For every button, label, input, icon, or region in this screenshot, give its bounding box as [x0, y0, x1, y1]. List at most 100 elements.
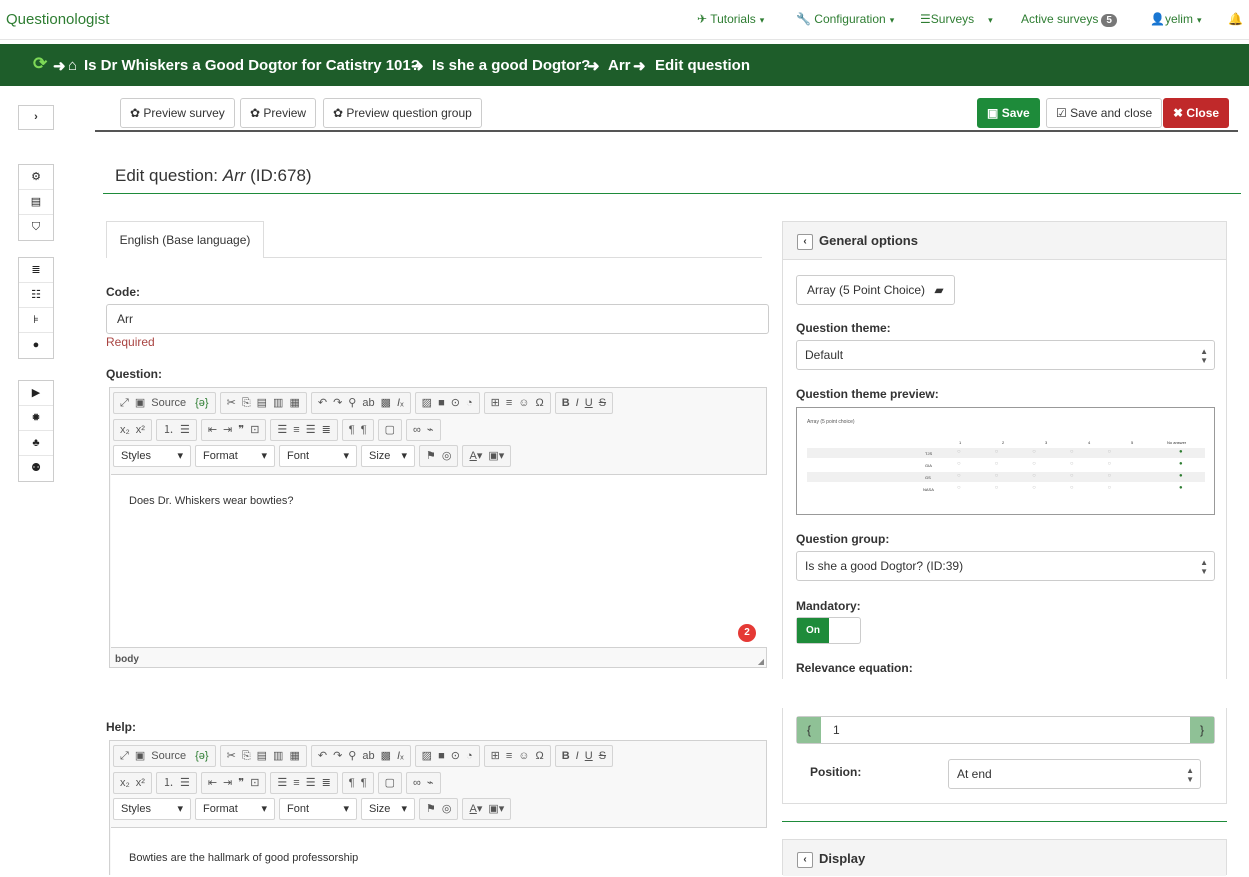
users-icon[interactable]: ⚉ — [19, 456, 53, 481]
globe-icon[interactable]: ◎ — [442, 446, 452, 467]
paste-icon[interactable]: ▤ — [257, 393, 267, 414]
size-dropdown[interactable]: Size ▾ — [361, 445, 415, 467]
blockquote-icon[interactable]: ❞ — [238, 420, 244, 441]
shield-icon[interactable]: ⛉ — [19, 215, 53, 240]
align-center-icon[interactable]: ≡ — [293, 773, 299, 794]
source-button[interactable]: ▣ Source — [135, 393, 189, 414]
notification-badge[interactable]: 2 — [738, 624, 756, 642]
code-input[interactable]: Arr — [106, 304, 769, 334]
preview-survey-button[interactable]: ✿ Preview survey — [120, 98, 235, 128]
sitemap-icon[interactable]: ♣ — [19, 431, 53, 456]
numbered-list-icon[interactable]: ⒈ — [163, 420, 174, 441]
tutorials-menu[interactable]: ✈ Tutorials ▾ — [697, 12, 764, 26]
template-icon[interactable]: ▢ — [385, 773, 395, 794]
outdent-icon[interactable]: ⇤ — [208, 420, 217, 441]
gear-icon[interactable]: ✹ — [19, 406, 53, 431]
italic-icon[interactable]: I — [576, 393, 579, 414]
select-all-icon[interactable]: ▩ — [381, 393, 391, 414]
link-icon[interactable]: ∞ — [413, 773, 421, 794]
align-left-icon[interactable]: ☰ — [277, 420, 287, 441]
align-center-icon[interactable]: ≡ — [293, 420, 299, 441]
styles-dropdown[interactable]: Styles ▾ — [113, 445, 191, 467]
bulleted-list-icon[interactable]: ☰ — [180, 773, 190, 794]
table-icon[interactable]: ⊞ — [491, 746, 500, 767]
resize-handle-icon[interactable]: ◢ — [758, 657, 764, 666]
question-type-button[interactable]: Array (5 Point Choice) ▰ — [796, 275, 955, 305]
div-icon[interactable]: ⊡ — [250, 420, 259, 441]
user-menu[interactable]: 👤yelim ▾ — [1150, 12, 1202, 26]
format-dropdown[interactable]: Format ▾ — [195, 798, 275, 820]
rtl-icon[interactable]: ¶ — [361, 773, 367, 794]
question-text-area[interactable]: Does Dr. Whiskers wear bowties? 2 — [111, 474, 767, 648]
position-select[interactable]: At end ▲ ▼ — [948, 759, 1201, 789]
font-dropdown[interactable]: Font ▾ — [279, 798, 357, 820]
breadcrumb-group[interactable]: Is she a good Dogtor? — [432, 57, 590, 74]
indent-icon[interactable]: ⊧ — [19, 308, 53, 333]
breadcrumb-survey[interactable]: Is Dr Whiskers a Good Dogtor for Catistr… — [84, 57, 420, 74]
flag-icon[interactable]: ⚑ — [426, 799, 436, 820]
underline-icon[interactable]: U — [585, 746, 593, 767]
text-color-icon[interactable]: A▾ — [469, 446, 482, 467]
save-button[interactable]: ▣ Save — [977, 98, 1040, 128]
unlink-icon[interactable]: ⌁ — [427, 420, 434, 441]
save-and-close-button[interactable]: ☑ Save and close — [1046, 98, 1163, 128]
unlink-icon[interactable]: ⌁ — [427, 773, 434, 794]
undo-icon[interactable]: ↶ — [318, 393, 327, 414]
iframe-icon[interactable]: ◔ — [466, 393, 473, 414]
table-icon[interactable]: ⊞ — [491, 393, 500, 414]
horizontal-rule-icon[interactable]: ≡ — [506, 746, 512, 767]
undo-icon[interactable]: ↶ — [318, 746, 327, 767]
underline-icon[interactable]: U — [585, 393, 593, 414]
active-surveys-link[interactable]: Active surveys 5 — [1021, 12, 1117, 27]
iframe-icon[interactable]: ◔ — [466, 746, 473, 767]
select-all-icon[interactable]: ▩ — [381, 746, 391, 767]
expression-icon[interactable]: {ə} — [195, 746, 208, 767]
display-header[interactable]: ‹ Display — [783, 840, 1226, 876]
help-text-area[interactable]: Bowties are the hallmark of good profess… — [111, 827, 767, 876]
size-dropdown[interactable]: Size ▾ — [361, 798, 415, 820]
settings-cogs-icon[interactable]: ⚙ — [19, 165, 53, 190]
copy-icon[interactable]: ⎘ — [242, 746, 251, 767]
bold-icon[interactable]: B — [562, 746, 570, 767]
subscript-icon[interactable]: x₂ — [120, 420, 130, 441]
chevron-left-icon[interactable]: ‹ — [797, 851, 813, 868]
rtl-icon[interactable]: ¶ — [361, 420, 367, 441]
home-icon[interactable]: ⌂ — [68, 57, 77, 74]
outdent-icon[interactable]: ⇤ — [208, 773, 217, 794]
table-list-icon[interactable]: ☷ — [19, 283, 53, 308]
general-options-header[interactable]: ‹ General options — [783, 222, 1226, 260]
justify-icon[interactable]: ≣ — [322, 420, 331, 441]
subscript-icon[interactable]: x₂ — [120, 773, 130, 794]
cut-icon[interactable]: ✂ — [227, 393, 236, 414]
ltr-icon[interactable]: ¶ — [349, 420, 355, 441]
numbered-list-icon[interactable]: ⒈ — [163, 773, 174, 794]
flash-icon[interactable]: ■ — [438, 746, 445, 767]
breadcrumb-question[interactable]: Arr — [608, 57, 631, 74]
styles-dropdown[interactable]: Styles ▾ — [113, 798, 191, 820]
flash-icon[interactable]: ■ — [438, 393, 445, 414]
paste-word-icon[interactable]: ▦ — [289, 393, 299, 414]
paste-text-icon[interactable]: ▥ — [273, 393, 283, 414]
superscript-icon[interactable]: x² — [136, 773, 145, 794]
remove-format-icon[interactable]: Iₓ — [397, 393, 404, 414]
bg-color-icon[interactable]: ▣▾ — [488, 446, 504, 467]
limesurvey-logo-icon[interactable]: ⟳ — [33, 54, 47, 74]
copy-icon[interactable]: ⎘ — [242, 393, 251, 414]
preview-button[interactable]: ✿ Preview — [240, 98, 317, 128]
strike-icon[interactable]: S — [599, 393, 606, 414]
special-char-icon[interactable]: Ω — [535, 746, 543, 767]
sidebar-toggle-button[interactable]: › — [18, 105, 54, 130]
video-icon[interactable]: ⊙ — [451, 746, 460, 767]
brand-logo-text[interactable]: Questionologist — [6, 11, 109, 28]
font-dropdown[interactable]: Font ▾ — [279, 445, 357, 467]
smiley-icon[interactable]: ☺ — [518, 746, 529, 767]
maximize-icon[interactable]: ⤢ — [120, 393, 129, 414]
globe-icon[interactable]: ◎ — [442, 799, 452, 820]
redo-icon[interactable]: ↷ — [333, 746, 342, 767]
document-icon[interactable]: ▤ — [19, 190, 53, 215]
preview-question-group-button[interactable]: ✿ Preview question group — [323, 98, 482, 128]
paste-text-icon[interactable]: ▥ — [273, 746, 283, 767]
configuration-menu[interactable]: 🔧 Configuration ▾ — [796, 12, 894, 26]
smiley-icon[interactable]: ☺ — [518, 393, 529, 414]
find-icon[interactable]: ⚲ — [348, 393, 356, 414]
